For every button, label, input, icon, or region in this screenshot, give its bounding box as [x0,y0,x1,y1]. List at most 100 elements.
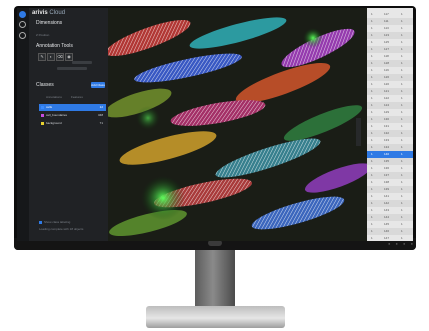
class-row-cell-boundaries[interactable]: cell_boundaries 348 [39,112,106,119]
dimensions-title: Dimensions [36,20,63,26]
eraser-icon[interactable]: ⌫ [56,53,64,61]
layers-icon[interactable] [19,11,26,18]
table-row[interactable]: 1 120 1 [367,81,413,88]
table-cell: 1 [401,75,403,79]
table-cell: 118 [384,54,389,58]
table-row[interactable]: 1 122 1 [367,95,413,102]
table-row[interactable]: 1 111 1 [367,18,413,25]
class-swatch [41,105,44,109]
table-row[interactable]: 1 139 1 [367,186,413,193]
table-row[interactable]: 1 113 1 [367,25,413,32]
table-cell: 1 [401,180,403,184]
table-cell: 1 [371,159,373,163]
table-cell: 120 [384,82,390,86]
table-cell: 143 [384,208,390,212]
table-cell: 1 [371,236,373,240]
table-cell: 1 [371,61,373,65]
table-cell: 133 [384,138,390,142]
table-cell: 1 [371,194,373,198]
table-row[interactable]: 1 128 1 [367,60,413,67]
zoom-control[interactable] [356,118,361,146]
table-cell: 124 [384,103,390,107]
table-row[interactable]: 1 147 1 [367,235,413,241]
palette-icon[interactable] [19,21,26,28]
table-row[interactable]: 1 119 1 [367,67,413,74]
table-row[interactable]: 1 117 1 [367,11,413,18]
table-cell: 1 [371,152,373,156]
settings-icon[interactable] [19,32,26,39]
table-cell: 137 [384,173,390,177]
table-cell: 1 [371,201,373,205]
filter-annotations[interactable]: Annotations [46,95,62,99]
table-cell: 1 [371,54,373,58]
table-row[interactable]: 1 140 1 [367,151,413,158]
image-viewer[interactable] [108,8,367,241]
filter-features[interactable]: Features [71,95,83,99]
monitor-stand-base [146,306,285,328]
table-row[interactable]: 1 145 1 [367,221,413,228]
brush-icon[interactable]: ◐ [47,53,55,61]
table-row[interactable]: 1 123 1 [367,32,413,39]
table-row[interactable]: 1 125 1 [367,39,413,46]
table-row[interactable]: 1 121 1 [367,88,413,95]
table-cell: 1 [401,159,403,163]
table-cell: 138 [384,180,390,184]
table-cell: 1 [401,47,403,51]
table-cell: 1 [371,33,373,37]
table-cell: 1 [401,26,403,30]
class-label: cell_boundaries [46,113,68,117]
table-cell: 1 [371,110,373,114]
table-row[interactable]: 1 131 1 [367,123,413,130]
table-cell: 1 [401,166,403,170]
table-cell: 1 [371,19,373,23]
eye-icon[interactable]: ◉ [65,53,73,61]
table-cell: 139 [384,187,390,191]
table-cell: 141 [384,194,390,198]
table-cell: 1 [401,110,403,114]
table-row[interactable]: 1 118 1 [367,53,413,60]
table-row[interactable]: 1 137 1 [367,172,413,179]
table-cell: 119 [384,68,389,72]
table-row[interactable]: 1 134 1 [367,144,413,151]
table-row[interactable]: 1 124 1 [367,102,413,109]
table-cell: 1 [371,103,373,107]
table-row[interactable]: 1 127 1 [367,46,413,53]
table-row[interactable]: 1 132 1 [367,130,413,137]
table-row[interactable]: 1 133 1 [367,137,413,144]
table-row[interactable]: 1 136 1 [367,165,413,172]
table-cell: 1 [401,222,403,226]
table-row[interactable]: 1 142 1 [367,200,413,207]
table-row[interactable]: 1 146 1 [367,228,413,235]
show-labels-checkbox[interactable] [39,221,42,224]
table-cell: 1 [401,187,403,191]
tool-option-line [72,61,92,64]
table-row[interactable]: 1 138 1 [367,179,413,186]
table-cell: 1 [371,208,373,212]
add-class-button[interactable]: Add Class [91,82,105,88]
table-cell: 1 [371,173,373,177]
table-cell: 130 [384,117,390,121]
table-row[interactable]: 1 129 1 [367,109,413,116]
table-cell: 132 [384,131,390,135]
table-row[interactable]: 1 130 1 [367,116,413,123]
pen-icon[interactable]: ✎ [38,53,46,61]
monitor-hardware-buttons: ● ● ● ● [388,241,415,246]
table-row[interactable]: 1 141 1 [367,193,413,200]
table-row[interactable]: 1 135 1 [367,158,413,165]
table-cell: 1 [371,117,373,121]
table-cell: 1 [371,166,373,170]
table-cell: 1 [401,208,403,212]
table-cell: 1 [401,215,403,219]
table-row[interactable]: 1 144 1 [367,214,413,221]
class-row-cells[interactable]: cells 12 [39,104,106,111]
class-row-background[interactable]: background 71 [39,120,106,127]
table-cell: 129 [384,110,390,114]
table-cell: 122 [384,96,390,100]
brand-name: arivis [32,10,48,16]
table-cell: 1 [401,201,403,205]
table-row[interactable]: 1 143 1 [367,207,413,214]
table-row[interactable]: 1 126 1 [367,74,413,81]
table-cell: 1 [371,68,373,72]
table-cell: 128 [384,61,390,65]
table-cell: 127 [384,47,390,51]
